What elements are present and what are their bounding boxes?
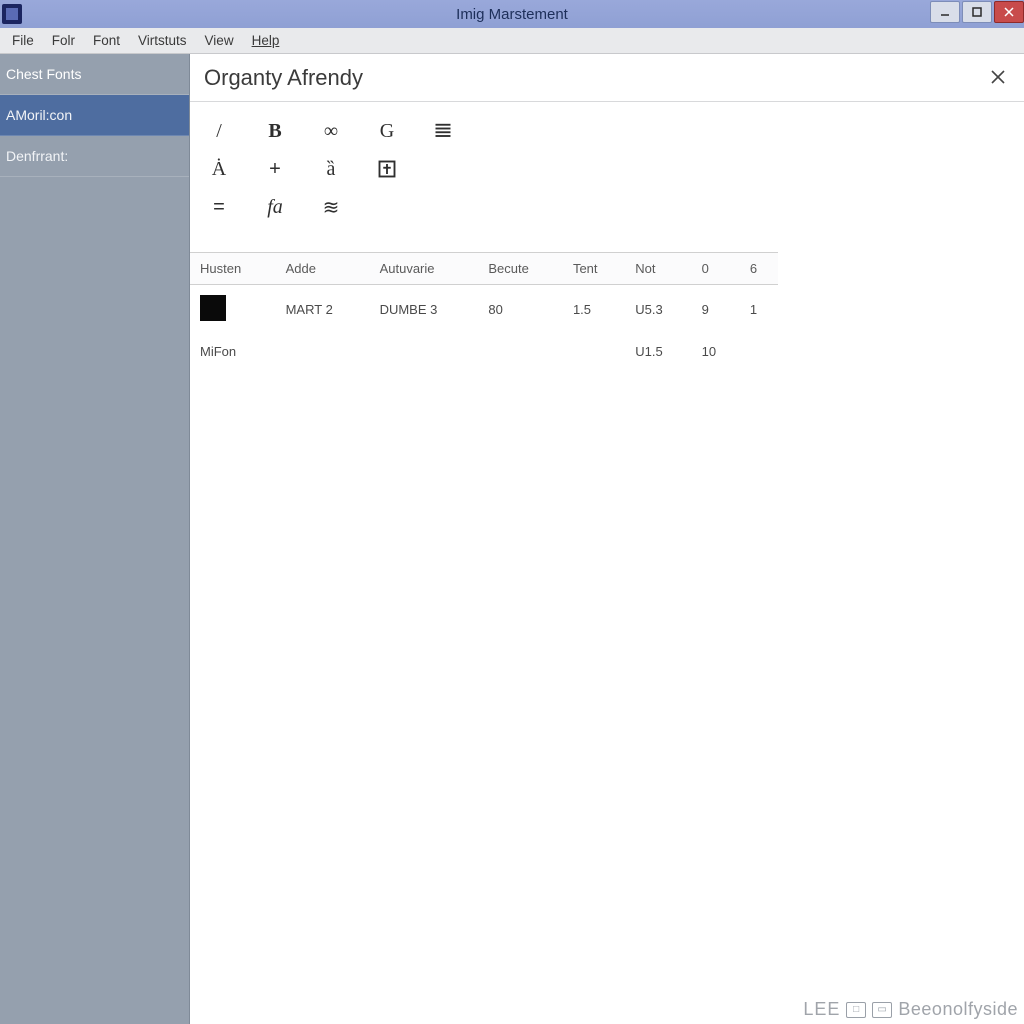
cell: MART 2 bbox=[276, 285, 370, 335]
app-icon bbox=[2, 4, 22, 24]
glyph-fa[interactable]: fa bbox=[260, 192, 290, 222]
cell bbox=[370, 334, 479, 369]
title-bar: Imig Marstement bbox=[0, 0, 1024, 28]
status-bar: LEE □ ▭ Beeonolfyside bbox=[803, 999, 1018, 1020]
boxed-icon bbox=[377, 159, 397, 179]
glyph-row-2: Ȧ + ȁ bbox=[200, 150, 1014, 188]
status-indicator-2-icon: ▭ bbox=[872, 1002, 892, 1018]
cell: 10 bbox=[692, 334, 740, 369]
menu-help[interactable]: Help bbox=[244, 30, 288, 51]
table-header-row: Husten Adde Autuvarie Becute Tent Not 0 … bbox=[190, 253, 778, 285]
glyph-toolbar: / B ∞ G Ȧ + ȁ = bbox=[190, 102, 1024, 228]
menu-file[interactable]: File bbox=[4, 30, 42, 51]
window-title: Imig Marstement bbox=[456, 6, 568, 23]
glyph-a-diac[interactable]: ȁ bbox=[316, 154, 346, 184]
cell bbox=[276, 334, 370, 369]
cell-swatch bbox=[190, 285, 276, 335]
glyph-infinity[interactable]: ∞ bbox=[316, 116, 346, 146]
table-row[interactable]: MiFon U1.5 10 bbox=[190, 334, 778, 369]
sidebar-item-chest-fonts[interactable]: Chest Fonts bbox=[0, 54, 189, 95]
color-swatch bbox=[200, 295, 226, 321]
body-split: Chest Fonts AMoril:con Denfrrant: Organt… bbox=[0, 54, 1024, 1024]
minimize-icon bbox=[940, 7, 950, 17]
menu-view[interactable]: View bbox=[197, 30, 242, 51]
panel-header: Organty Afrendy bbox=[190, 54, 1024, 102]
glyph-bold[interactable]: B bbox=[260, 116, 290, 146]
status-text-tail: Beeonolfyside bbox=[898, 999, 1018, 1020]
glyph-equals[interactable]: = bbox=[204, 192, 234, 222]
cell bbox=[740, 334, 778, 369]
col-tent[interactable]: Tent bbox=[563, 253, 625, 285]
font-table-wrap: Husten Adde Autuvarie Becute Tent Not 0 … bbox=[190, 252, 778, 369]
glyph-slash[interactable]: / bbox=[204, 116, 234, 146]
list-icon bbox=[433, 121, 453, 141]
cell: 80 bbox=[478, 285, 563, 335]
cell: DUMBE 3 bbox=[370, 285, 479, 335]
cell bbox=[563, 334, 625, 369]
close-icon bbox=[1004, 7, 1014, 17]
minimize-button[interactable] bbox=[930, 1, 960, 23]
col-6[interactable]: 6 bbox=[740, 253, 778, 285]
col-not[interactable]: Not bbox=[625, 253, 691, 285]
glyph-plus[interactable]: + bbox=[260, 154, 290, 184]
glyph-list-icon[interactable] bbox=[428, 116, 458, 146]
panel-title: Organty Afrendy bbox=[204, 65, 363, 91]
sidebar-item-amorilcon[interactable]: AMoril:con bbox=[0, 95, 189, 136]
glyph-row-1: / B ∞ G bbox=[200, 112, 1014, 150]
glyph-g[interactable]: G bbox=[372, 116, 402, 146]
menu-folr[interactable]: Folr bbox=[44, 30, 83, 51]
menu-bar: File Folr Font Virtstuts View Help bbox=[0, 28, 1024, 54]
glyph-a-dot[interactable]: Ȧ bbox=[204, 154, 234, 184]
maximize-icon bbox=[972, 7, 982, 17]
status-text-lee: LEE bbox=[803, 999, 840, 1020]
menu-virtstuts[interactable]: Virtstuts bbox=[130, 30, 195, 51]
cell: U1.5 bbox=[625, 334, 691, 369]
maximize-button[interactable] bbox=[962, 1, 992, 23]
sidebar: Chest Fonts AMoril:con Denfrrant: bbox=[0, 54, 190, 1024]
cell: U5.3 bbox=[625, 285, 691, 335]
menu-font[interactable]: Font bbox=[85, 30, 128, 51]
cell: MiFon bbox=[190, 334, 276, 369]
col-adde[interactable]: Adde bbox=[276, 253, 370, 285]
close-icon bbox=[990, 69, 1006, 85]
close-button[interactable] bbox=[994, 1, 1024, 23]
col-autuvarie[interactable]: Autuvarie bbox=[370, 253, 479, 285]
sidebar-item-denfrrant[interactable]: Denfrrant: bbox=[0, 136, 189, 177]
col-husten[interactable]: Husten bbox=[190, 253, 276, 285]
glyph-row-3: = fa ≋ bbox=[200, 188, 1014, 226]
glyph-waves[interactable]: ≋ bbox=[316, 192, 346, 222]
main-panel: Organty Afrendy / B ∞ G Ȧ bbox=[190, 54, 1024, 1024]
glyph-boxed[interactable] bbox=[372, 154, 402, 184]
table-row[interactable]: MART 2 DUMBE 3 80 1.5 U5.3 9 1 bbox=[190, 285, 778, 335]
cell: 1 bbox=[740, 285, 778, 335]
cell: 9 bbox=[692, 285, 740, 335]
panel-close-button[interactable] bbox=[984, 65, 1012, 91]
col-becute[interactable]: Becute bbox=[478, 253, 563, 285]
cell bbox=[478, 334, 563, 369]
status-indicator-1-icon: □ bbox=[846, 1002, 866, 1018]
window-controls bbox=[930, 0, 1024, 28]
font-table: Husten Adde Autuvarie Becute Tent Not 0 … bbox=[190, 252, 778, 369]
col-0[interactable]: 0 bbox=[692, 253, 740, 285]
cell: 1.5 bbox=[563, 285, 625, 335]
